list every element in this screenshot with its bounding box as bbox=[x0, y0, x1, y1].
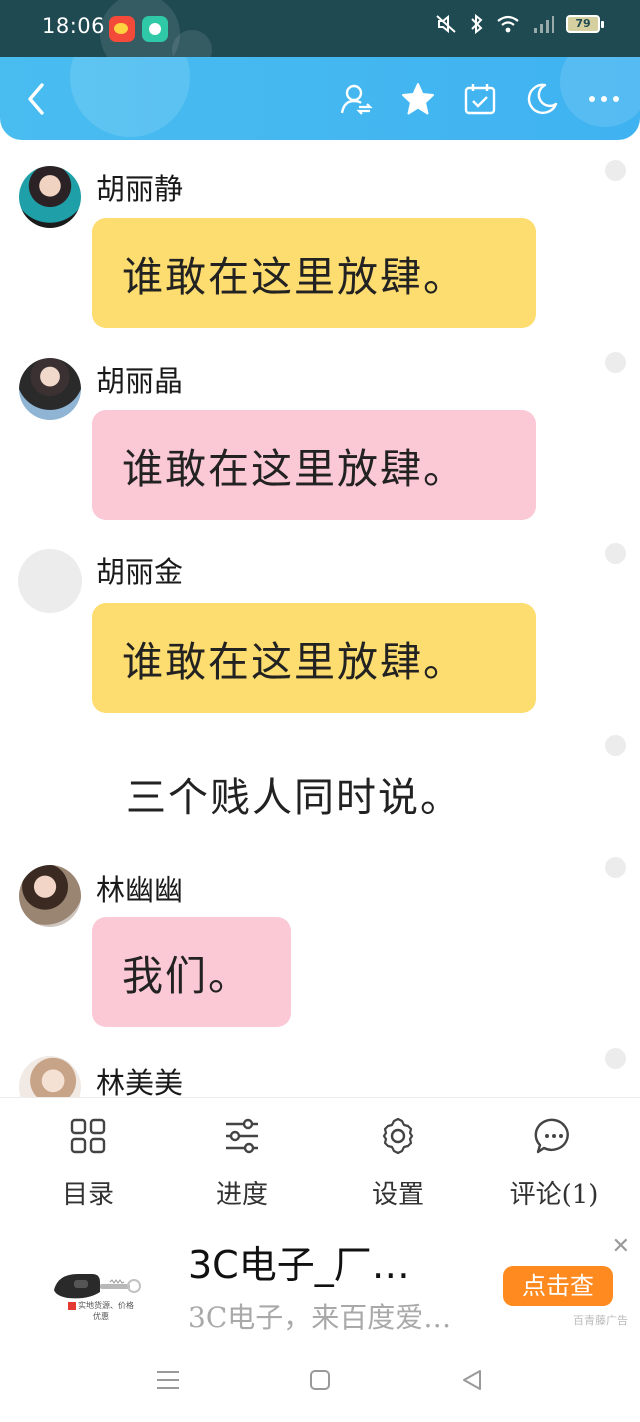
toolbar-label: 评论(1) bbox=[509, 1180, 599, 1210]
weibo-app-icon bbox=[109, 16, 135, 42]
close-icon[interactable]: ✕ bbox=[612, 1234, 630, 1259]
chat-app-icon bbox=[142, 16, 168, 42]
message-text: 谁敢在这里放肆。 bbox=[122, 253, 466, 301]
toolbar-settings-button[interactable]: 设置 bbox=[328, 1116, 468, 1211]
home-nav-icon[interactable] bbox=[308, 1368, 332, 1392]
signal-icon bbox=[534, 16, 554, 33]
mute-icon bbox=[436, 14, 456, 34]
user-switch-button[interactable] bbox=[338, 81, 374, 117]
night-mode-icon bbox=[527, 83, 558, 115]
avatar-placeholder[interactable] bbox=[18, 549, 82, 613]
gear-icon bbox=[382, 1117, 414, 1155]
system-nav-bar bbox=[0, 1340, 640, 1422]
back-button[interactable] bbox=[20, 79, 56, 119]
more-icon bbox=[589, 96, 619, 102]
avatar[interactable] bbox=[19, 358, 81, 420]
more-button[interactable] bbox=[586, 81, 622, 117]
message-bubble[interactable]: 谁敢在这里放肆。 bbox=[92, 410, 536, 520]
ad-cta-button[interactable]: 点击查 bbox=[503, 1266, 613, 1306]
ad-source-tag: 百青藤广告 bbox=[573, 1314, 628, 1327]
ad-banner[interactable]: 实地货源、价格优惠 3C电子_厂… 3C电子，来百度爱… 点击查 ✕ 百青藤广告 bbox=[0, 1222, 640, 1340]
speaker-name: 林美美 bbox=[96, 1066, 184, 1100]
message-text: 我们。 bbox=[122, 952, 251, 1000]
message-option-dot[interactable] bbox=[605, 1048, 626, 1069]
message-option-dot[interactable] bbox=[605, 543, 626, 564]
comment-icon bbox=[534, 1118, 569, 1154]
message-text: 谁敢在这里放肆。 bbox=[122, 445, 466, 493]
menu-nav-icon[interactable] bbox=[155, 1368, 181, 1392]
message-option-dot[interactable] bbox=[605, 352, 626, 373]
sliders-icon bbox=[226, 1118, 258, 1154]
message-bubble[interactable]: 谁敢在这里放肆。 bbox=[92, 218, 536, 328]
decor-bubble bbox=[70, 57, 190, 137]
decor-bubble bbox=[172, 30, 212, 57]
toolbar-progress-button[interactable]: 进度 bbox=[172, 1116, 312, 1211]
message-option-dot[interactable] bbox=[605, 160, 626, 181]
chevron-left-icon bbox=[28, 83, 44, 115]
speaker-name: 胡丽金 bbox=[96, 555, 184, 589]
clock: 18:06 bbox=[42, 14, 106, 38]
speaker-name: 林幽幽 bbox=[96, 873, 184, 907]
toolbar-comment-button[interactable]: 评论(1) bbox=[484, 1116, 624, 1211]
bookmark-button[interactable] bbox=[400, 81, 436, 117]
message-bubble[interactable]: 谁敢在这里放肆。 bbox=[92, 603, 536, 713]
message-option-dot[interactable] bbox=[605, 735, 626, 756]
status-icons: 79 bbox=[434, 14, 604, 34]
avatar[interactable] bbox=[19, 166, 81, 228]
toolbar-label: 设置 bbox=[371, 1180, 424, 1210]
reader-toolbar: 目录 进度 设置 评论(1) bbox=[0, 1097, 640, 1222]
ad-thumb-caption: 实地货源、价格优惠 bbox=[66, 1300, 136, 1322]
ad-subtitle: 3C电子，来百度爱… bbox=[188, 1301, 452, 1334]
grid-icon bbox=[70, 1118, 106, 1154]
speaker-name: 胡丽静 bbox=[96, 172, 184, 206]
message-text: 谁敢在这里放肆。 bbox=[122, 638, 466, 686]
toolbar-label: 进度 bbox=[215, 1180, 268, 1210]
avatar[interactable] bbox=[19, 865, 81, 927]
user-switch-icon bbox=[340, 84, 373, 115]
checkin-button[interactable] bbox=[462, 81, 498, 117]
message-option-dot[interactable] bbox=[605, 857, 626, 878]
calendar-check-icon bbox=[464, 84, 496, 115]
brand-logo bbox=[68, 1301, 76, 1310]
toolbar-catalog-button[interactable]: 目录 bbox=[18, 1116, 158, 1211]
wifi-icon bbox=[497, 15, 519, 33]
toolbar-label: 目录 bbox=[61, 1180, 114, 1210]
back-nav-icon[interactable] bbox=[460, 1368, 484, 1392]
ad-thumb-text: 实地货源、价格优惠 bbox=[78, 1301, 134, 1321]
battery-icon: 79 bbox=[566, 15, 604, 33]
night-mode-button[interactable] bbox=[524, 81, 560, 117]
status-bar: 18:06 79 bbox=[0, 0, 640, 57]
star-icon bbox=[402, 83, 434, 115]
ad-title[interactable]: 3C电子_厂… bbox=[188, 1234, 410, 1289]
bluetooth-icon bbox=[471, 14, 483, 34]
narration-text: 三个贱人同时说。 bbox=[126, 775, 462, 821]
reader-header bbox=[0, 57, 640, 140]
speaker-name: 胡丽晶 bbox=[96, 364, 184, 398]
message-bubble[interactable]: 我们。 bbox=[92, 917, 291, 1027]
